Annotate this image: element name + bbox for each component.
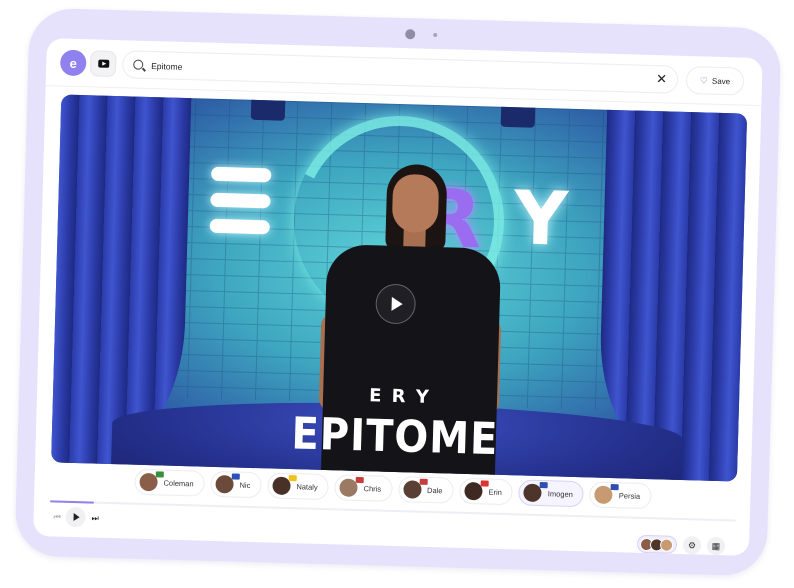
flag-icon bbox=[419, 478, 428, 485]
presenter-chip[interactable]: Erin bbox=[459, 477, 514, 506]
search-icon bbox=[133, 59, 144, 70]
avatar bbox=[659, 538, 674, 552]
save-button[interactable]: ♡ Save bbox=[685, 65, 745, 96]
previous-icon[interactable]: ⏮ bbox=[53, 512, 60, 522]
avatar bbox=[339, 476, 364, 497]
search-bar[interactable]: ✕ bbox=[121, 50, 679, 94]
shirt-logo: E R Y bbox=[368, 385, 432, 408]
flag-icon bbox=[540, 482, 549, 489]
tablet-frame: e ✕ ♡ Save bbox=[14, 7, 782, 577]
presenter-chip[interactable]: Chris bbox=[334, 474, 393, 502]
scene: e ✕ ♡ Save bbox=[0, 0, 794, 588]
neon-letter-y: Y bbox=[512, 175, 569, 263]
avatar bbox=[594, 484, 620, 505]
progress-fill bbox=[49, 500, 94, 504]
sensor-dot bbox=[433, 32, 438, 37]
close-icon[interactable]: ✕ bbox=[656, 71, 667, 86]
search-input[interactable] bbox=[150, 57, 632, 89]
youtube-button[interactable] bbox=[89, 50, 117, 78]
presenter-chip[interactable]: Nic bbox=[210, 470, 262, 499]
grid-icon[interactable]: ▦ bbox=[706, 536, 726, 556]
heart-icon: ♡ bbox=[699, 74, 709, 86]
settings-icon[interactable]: ⚙ bbox=[682, 536, 702, 555]
flag-icon bbox=[611, 484, 620, 491]
presenter-stack[interactable] bbox=[636, 534, 678, 554]
avatar bbox=[523, 482, 549, 503]
camera-icon bbox=[405, 29, 416, 40]
flag-icon bbox=[480, 480, 489, 487]
app-screen: e ✕ ♡ Save bbox=[33, 38, 763, 556]
flag-icon bbox=[231, 473, 240, 480]
avatar bbox=[272, 475, 297, 496]
youtube-icon bbox=[97, 59, 109, 68]
flag-icon bbox=[155, 471, 164, 478]
video-player[interactable]: R Y E R Y EPITOME bbox=[51, 94, 748, 482]
presenter-chip[interactable]: Nataly bbox=[267, 472, 330, 501]
save-label: Save bbox=[711, 76, 731, 86]
presenter-chip[interactable]: Coleman bbox=[134, 468, 205, 497]
flag-icon bbox=[288, 475, 297, 482]
spotlight-icon bbox=[250, 94, 286, 121]
avatar bbox=[464, 480, 489, 501]
presenter-chip[interactable]: Dale bbox=[397, 476, 454, 504]
user-avatar[interactable]: e bbox=[59, 49, 87, 77]
top-bar: e ✕ ♡ Save bbox=[45, 38, 763, 107]
play-button[interactable] bbox=[65, 506, 86, 528]
flag-icon bbox=[355, 476, 364, 484]
avatar bbox=[139, 471, 164, 492]
spotlight-icon bbox=[500, 100, 536, 128]
presenter-chip-active[interactable]: Imogen bbox=[518, 479, 585, 508]
next-icon[interactable]: ⏭ bbox=[91, 514, 98, 524]
presenter-chip[interactable]: Persia bbox=[589, 481, 652, 510]
avatar bbox=[215, 473, 240, 494]
avatar bbox=[402, 478, 428, 499]
neon-letter-e bbox=[209, 166, 272, 247]
